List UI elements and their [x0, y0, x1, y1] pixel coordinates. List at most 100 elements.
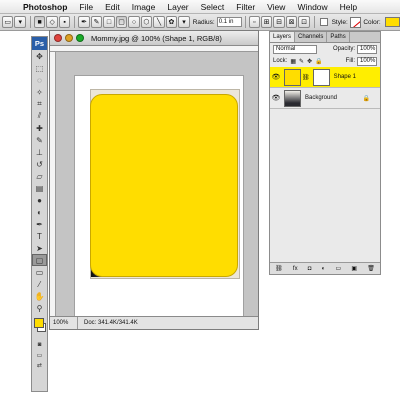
tools-panel: Ps ✥ ⬚ ◌ ✧ ⌗ ⫽ ✚ ✎ ⊥ ↺ ▱ ▤ ● ◐ ✒ T ➤ ▢ ▭… [31, 36, 48, 392]
exclude-area-icon[interactable]: ⊡ [298, 16, 310, 28]
history-brush-tool-icon[interactable]: ↺ [32, 158, 47, 170]
freeform-pen-icon[interactable]: ✎ [90, 16, 103, 28]
line-icon[interactable]: ╲ [153, 16, 165, 28]
shape-layers-icon[interactable]: ■ [33, 16, 46, 28]
color-swatches[interactable] [32, 314, 47, 340]
brush-tool-icon[interactable]: ✎ [32, 134, 47, 146]
magic-wand-tool-icon[interactable]: ✧ [32, 86, 47, 98]
radius-input[interactable]: 0.1 in [216, 17, 242, 27]
zoom-tool-icon[interactable]: ⚲ [32, 302, 47, 314]
eyedropper-tool-icon[interactable]: ⁄ [32, 278, 47, 290]
layer-row-shape-1[interactable]: 👁 ⛓ Shape 1 [270, 67, 380, 88]
shape-options-dropdown-icon[interactable]: ▾ [178, 16, 190, 28]
menu-image[interactable]: Image [126, 2, 162, 12]
menu-window[interactable]: Window [291, 2, 333, 12]
new-group-icon[interactable]: ▭ [335, 265, 341, 272]
adjustment-layer-icon[interactable]: ◐ [322, 266, 326, 272]
new-layer-icon[interactable]: ▣ [351, 265, 357, 272]
subtract-area-icon[interactable]: ⊟ [273, 16, 285, 28]
zoom-button[interactable] [76, 34, 84, 42]
custom-shape-icon[interactable]: ✿ [165, 16, 178, 28]
dodge-tool-icon[interactable]: ◐ [32, 206, 47, 218]
fill-input[interactable]: 100% [357, 56, 377, 66]
lock-image-icon[interactable]: ✎ [299, 58, 304, 65]
new-shape-layer-icon[interactable]: ▫ [248, 16, 260, 28]
menu-edit[interactable]: Edit [99, 2, 126, 12]
lock-row: Lock: ▦ ✎ ✥ 🔒 Fill: 100% [270, 55, 380, 67]
menu-help[interactable]: Help [334, 2, 363, 12]
menu-view[interactable]: View [261, 2, 291, 12]
polygon-icon[interactable]: ⬡ [140, 16, 153, 28]
hand-tool-icon[interactable]: ✋ [32, 290, 47, 302]
menu-bar: Photoshop File Edit Image Layer Select F… [0, 0, 400, 14]
add-to-area-icon[interactable]: ⊞ [261, 16, 273, 28]
foreground-color-swatch[interactable] [34, 318, 44, 328]
path-selection-tool-icon[interactable]: ➤ [32, 242, 47, 254]
vector-mask-thumbnail [312, 68, 330, 86]
opacity-label: Opacity: [332, 46, 355, 52]
type-tool-icon[interactable]: T [32, 230, 47, 242]
document-info[interactable]: Doc: 341.4K/341.4K [78, 320, 138, 326]
blur-tool-icon[interactable]: ● [32, 194, 47, 206]
notes-tool-icon[interactable]: ▭ [32, 266, 47, 278]
style-swatch[interactable] [349, 16, 362, 28]
color-swatch[interactable] [384, 17, 400, 27]
imageready-icon[interactable]: ⇄ [32, 360, 47, 370]
eye-icon[interactable]: 👁 [270, 94, 282, 102]
lock-position-icon[interactable]: ✥ [307, 58, 312, 65]
tab-paths[interactable]: Paths [327, 32, 350, 42]
tool-preset-picker[interactable]: ▭ [2, 16, 14, 28]
ellipse-icon[interactable]: ○ [128, 16, 140, 28]
crop-tool-icon[interactable]: ⌗ [32, 98, 47, 110]
intersect-area-icon[interactable]: ⊠ [285, 16, 298, 28]
pen-tool-icon[interactable]: ✒ [32, 218, 47, 230]
fill-pixels-icon[interactable]: ▪ [58, 16, 71, 28]
rounded-rectangle-tool-icon[interactable]: ▢ [32, 254, 47, 266]
lock-transparency-icon[interactable]: ▦ [290, 58, 296, 65]
tab-channels[interactable]: Channels [295, 32, 328, 42]
close-button[interactable] [54, 34, 62, 42]
preset-dropdown-icon[interactable]: ▾ [14, 16, 26, 28]
lasso-tool-icon[interactable]: ◌ [32, 74, 47, 86]
clone-stamp-tool-icon[interactable]: ⊥ [32, 146, 47, 158]
screen-mode-icon[interactable]: ▭ [32, 350, 47, 360]
blend-mode-select[interactable]: Normal [273, 44, 317, 54]
minimize-button[interactable] [65, 34, 73, 42]
trash-icon[interactable]: 🗑 [367, 265, 375, 272]
color-label: Color: [363, 18, 381, 26]
menu-photoshop[interactable]: Photoshop [17, 2, 73, 12]
layer-thumbnail [284, 89, 301, 107]
tab-layers[interactable]: Layers [270, 32, 296, 42]
fx-icon[interactable]: fx [293, 266, 298, 272]
eraser-tool-icon[interactable]: ▱ [32, 170, 47, 182]
panel-tabs: Layers Channels Paths [270, 32, 380, 43]
style-label: Style: [331, 18, 348, 26]
rectangle-icon[interactable]: □ [103, 16, 115, 28]
rounded-rectangle-icon[interactable]: ▢ [115, 16, 128, 28]
paths-icon[interactable]: ◇ [46, 16, 58, 28]
marquee-tool-icon[interactable]: ⬚ [32, 62, 47, 74]
fill-label: Fill: [345, 58, 355, 64]
vertical-ruler [50, 52, 56, 316]
menu-layer[interactable]: Layer [161, 2, 194, 12]
ps-logo: Ps [32, 37, 47, 50]
yellow-rounded-shape[interactable] [90, 94, 238, 277]
zoom-level[interactable]: 100% [50, 317, 78, 329]
menu-file[interactable]: File [73, 2, 99, 12]
menu-filter[interactable]: Filter [230, 2, 261, 12]
opacity-input[interactable]: 100% [357, 44, 377, 54]
slice-tool-icon[interactable]: ⫽ [32, 110, 47, 122]
layer-row-background[interactable]: 👁 Background 🔒 [270, 88, 380, 109]
link-layers-icon[interactable]: ⛓ [275, 265, 283, 272]
quick-mask-icon[interactable]: ◙ [32, 340, 47, 350]
layer-name: Shape 1 [333, 74, 356, 80]
lock-all-icon[interactable]: 🔒 [315, 58, 322, 65]
move-tool-icon[interactable]: ✥ [32, 50, 47, 62]
eye-icon[interactable]: 👁 [270, 73, 282, 81]
add-mask-icon[interactable]: ◘ [308, 266, 312, 272]
link-checkbox[interactable] [319, 18, 328, 26]
menu-select[interactable]: Select [195, 2, 231, 12]
gradient-tool-icon[interactable]: ▤ [32, 182, 47, 194]
pen-tool-icon[interactable]: ✒ [78, 16, 90, 28]
healing-brush-tool-icon[interactable]: ✚ [32, 122, 47, 134]
